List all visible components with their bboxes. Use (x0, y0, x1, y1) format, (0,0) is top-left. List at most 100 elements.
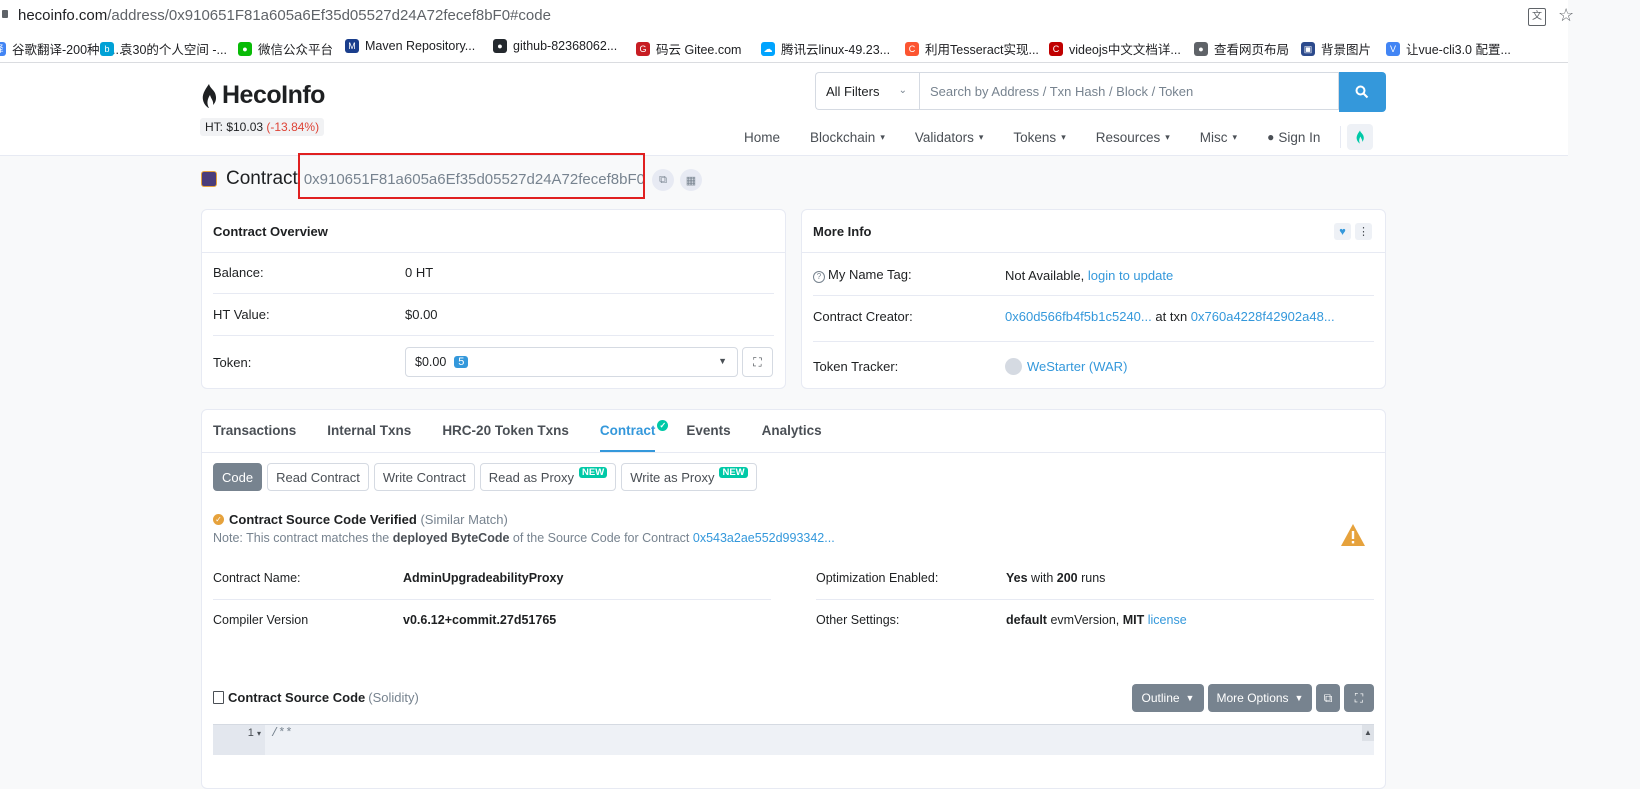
card-title: Contract Overview (202, 210, 785, 253)
bookmark-label: videojs中文文档详... (1069, 43, 1181, 57)
token-dropdown[interactable]: $0.00 5 ▼ (405, 347, 738, 377)
browser-url-bar[interactable]: hecoinfo.com/address/0x910651F81a605a6Ef… (0, 0, 1574, 32)
bookmark-item[interactable]: M Maven Repository... (345, 39, 475, 53)
bookmark-item[interactable]: ☁ 腾讯云linux-49.23... (761, 39, 890, 58)
tab-internal-txns[interactable]: Internal Txns (327, 423, 411, 452)
login-link[interactable]: login to update (1088, 268, 1173, 283)
nav-misc[interactable]: Misc ▾ (1200, 130, 1237, 145)
warning-icon[interactable] (1340, 523, 1366, 547)
subtab-read-contract[interactable]: Read Contract (267, 463, 369, 491)
qr-code-button[interactable]: ▦ (680, 169, 702, 191)
creator-address-link[interactable]: 0x60d566fb4f5b1c5240... (1005, 309, 1152, 324)
bookmark-label: 袁30的个人空间 -... (120, 43, 227, 57)
sign-in-link[interactable]: ● Sign In (1267, 130, 1320, 145)
divider (213, 599, 771, 600)
card-title: More Info (802, 210, 1385, 253)
globe-icon: ● (1194, 41, 1208, 56)
copy-icon: ⧉ (1323, 690, 1333, 705)
nav-home[interactable]: Home (744, 130, 780, 145)
translate-icon[interactable]: 文 (1528, 8, 1546, 26)
code-line[interactable]: /** (271, 725, 293, 741)
url-text[interactable]: hecoinfo.com/address/0x910651F81a605a6Ef… (18, 7, 551, 24)
nav-blockchain[interactable]: Blockchain ▾ (810, 130, 885, 145)
expand-icon: ⛶ (753, 354, 762, 369)
qr-code-icon: ▦ (685, 174, 697, 187)
heart-icon: ♥ (1339, 225, 1346, 238)
nav-divider (1340, 126, 1342, 148)
token-count-badge: 5 (454, 356, 469, 368)
tab-analytics[interactable]: Analytics (762, 423, 822, 452)
fold-chevron-icon[interactable]: ▾ (257, 729, 261, 738)
outline-button[interactable]: Outline ▼ (1132, 684, 1204, 712)
divider (213, 293, 774, 294)
filter-select[interactable]: All Filters ⌄ (815, 72, 919, 110)
license-link[interactable]: license (1148, 613, 1187, 627)
bookmarks-bar: 译谷歌翻译-200种语...b袁30的个人空间 -...●微信公众平台MMave… (0, 32, 1568, 63)
source-contract-link[interactable]: 0x543a2ae552d993342... (693, 531, 835, 545)
more-vertical-icon: ⋮ (1358, 226, 1369, 238)
file-code-icon (213, 691, 224, 704)
contract-overview-card: Contract Overview Balance: 0 HT HT Value:… (201, 209, 786, 389)
bookmark-item[interactable]: b 袁30的个人空间 -... (100, 39, 227, 58)
bookmark-label: 微信公众平台 (258, 43, 334, 57)
price-change: (-13.84%) (266, 120, 320, 134)
chevron-down-icon: ▾ (880, 131, 885, 142)
chevron-down-icon: ▾ (1232, 131, 1238, 142)
source-code-header: Contract Source Code (Solidity) (213, 690, 419, 705)
more-menu-button[interactable]: ⋮ (1355, 223, 1372, 240)
bookmark-item[interactable]: ▣ 背景图片 (1301, 39, 1371, 58)
bookmark-item[interactable]: V 让vue-cli3.0 配置... (1386, 39, 1511, 58)
chevron-down-icon: ▾ (978, 131, 984, 142)
creator-txn-link[interactable]: 0x760a4228f42902a48... (1191, 309, 1335, 324)
bookmark-star-icon[interactable]: ☆ (1558, 5, 1574, 26)
github-icon: ● (493, 39, 507, 53)
subtab-read-as-proxy[interactable]: Read as Proxy NEW (479, 463, 617, 491)
fullscreen-button[interactable]: ⛶ (1344, 684, 1374, 712)
heco-network-icon[interactable] (1347, 124, 1374, 150)
heco-flame-icon (202, 83, 217, 108)
bookmark-item[interactable]: ● 微信公众平台 (238, 39, 333, 58)
bookmark-item[interactable]: G 码云 Gitee.com (636, 39, 741, 58)
gitee-icon: G (636, 41, 650, 56)
tab-events[interactable]: Events (686, 423, 730, 452)
chevron-down-icon: ⌄ (898, 85, 907, 96)
bookmark-label: Maven Repository... (365, 39, 476, 53)
bookmark-item[interactable]: Cvideojs中文文档详... (1049, 39, 1181, 58)
verified-check-icon: ✓ (657, 420, 669, 431)
search-button[interactable] (1339, 72, 1386, 112)
copy-source-button[interactable]: ⧉ (1316, 684, 1340, 712)
contract-icon (201, 171, 217, 187)
code-editor[interactable]: 1 ▾ /** ▲ (213, 724, 1374, 755)
nav-validators[interactable]: Validators ▾ (915, 130, 984, 145)
nav-resources[interactable]: Resources ▾ (1096, 130, 1170, 145)
bookmark-item[interactable]: ● github-82368062... (493, 39, 617, 53)
search-input[interactable]: Search by Address / Txn Hash / Block / T… (919, 72, 1339, 110)
token-tracker-link[interactable]: WeStarter (WAR) (1027, 359, 1127, 374)
image-icon: ▣ (1301, 41, 1315, 56)
nav-tokens[interactable]: Tokens ▾ (1013, 130, 1065, 145)
expand-button[interactable]: ⛶ (742, 347, 773, 377)
creator-row: Contract Creator: 0x60d566fb4f5b1c5240..… (813, 309, 1335, 324)
tab-hrc20-txns[interactable]: HRC-20 Token Txns (442, 423, 569, 452)
contract-tabs-card: Transactions Internal Txns HRC-20 Token … (201, 409, 1386, 789)
hecoinfo-logo[interactable]: HecoInfo (200, 81, 325, 110)
bookmark-item[interactable]: C 利用Tesseract实现... (905, 39, 1039, 58)
bookmark-label: 腾讯云linux-49.23... (781, 43, 891, 57)
chevron-down-icon: ▼ (718, 356, 727, 366)
subtab-code[interactable]: Code (213, 463, 263, 491)
favorite-button[interactable]: ♥ (1334, 223, 1351, 240)
search-icon (1355, 85, 1369, 99)
chevron-down-icon: ▼ (1185, 693, 1195, 703)
tab-transactions[interactable]: Transactions (213, 423, 296, 452)
subtab-write-as-proxy[interactable]: Write as Proxy NEW (621, 463, 757, 491)
more-options-button[interactable]: More Options ▼ (1208, 684, 1312, 712)
copy-address-button[interactable]: ⧉ (652, 169, 674, 191)
scroll-up-arrow-icon[interactable]: ▲ (1362, 725, 1374, 741)
bookmark-item[interactable]: ● 查看网页布局 (1194, 39, 1289, 58)
tab-contract[interactable]: Contract ✓ (599, 420, 669, 452)
other-settings-row: Other Settings: default evmVersion, MIT l… (816, 613, 1187, 627)
wechat-icon: ● (238, 41, 252, 56)
subtab-write-contract[interactable]: Write Contract (373, 463, 475, 491)
lock-icon (2, 10, 8, 18)
verified-status: ✓ Contract Source Code Verified (Similar… (213, 512, 508, 527)
